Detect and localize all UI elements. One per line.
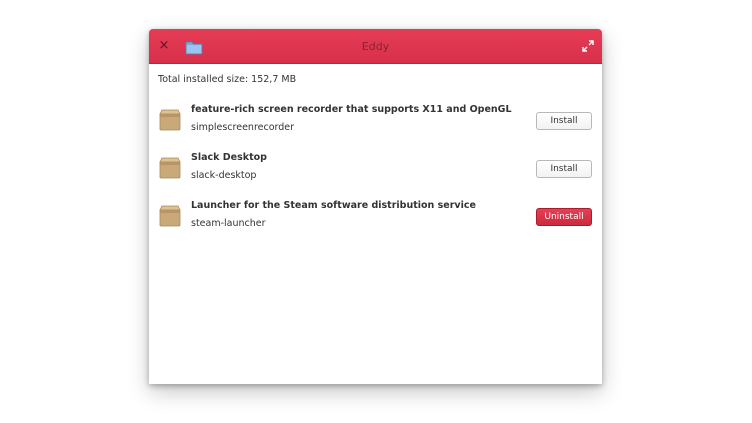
uninstall-button[interactable]: Uninstall <box>536 208 592 226</box>
install-button[interactable]: Install <box>536 112 592 130</box>
app-package: steam-launcher <box>191 218 266 229</box>
app-row: Slack Desktop slack-desktop Install <box>149 150 602 190</box>
install-button[interactable]: Install <box>536 160 592 178</box>
app-package: simplescreenrecorder <box>191 122 295 133</box>
window-title: Eddy <box>361 40 390 53</box>
package-icon <box>159 109 181 131</box>
app-name: feature-rich screen recorder that suppor… <box>191 104 512 115</box>
app-row: Launcher for the Steam software distribu… <box>149 198 602 238</box>
app-name: Slack Desktop <box>191 152 267 163</box>
total-installed-size: Total installed size: 152,7 MB <box>158 74 297 85</box>
app-name: Launcher for the Steam software distribu… <box>191 200 476 211</box>
app-package: slack-desktop <box>191 170 257 181</box>
app-row: feature-rich screen recorder that suppor… <box>149 102 602 142</box>
package-icon <box>159 157 181 179</box>
titlebar: × Eddy <box>149 29 602 64</box>
maximize-icon[interactable] <box>580 38 596 54</box>
eddy-window: × Eddy Total installed size: 152,7 MB fe… <box>149 29 602 384</box>
app-list-content: Total installed size: 152,7 MB feature-r… <box>149 64 602 384</box>
package-icon <box>159 205 181 227</box>
